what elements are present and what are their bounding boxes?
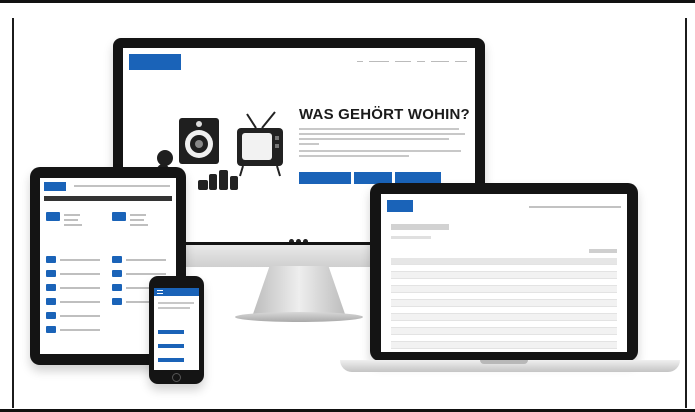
phone-button[interactable] xyxy=(158,358,184,362)
desktop-intro-text xyxy=(299,128,465,157)
phone-button[interactable] xyxy=(158,330,184,334)
tablet-nav xyxy=(74,185,170,187)
right-border xyxy=(685,18,687,408)
nav-item[interactable] xyxy=(357,59,363,62)
slider-dots[interactable] xyxy=(288,231,309,242)
laptop-hinge-notch xyxy=(480,360,528,364)
left-border xyxy=(12,18,14,408)
nav-item[interactable] xyxy=(431,59,449,62)
laptop-table xyxy=(391,258,617,349)
nav-item[interactable] xyxy=(369,59,389,62)
phone-button[interactable] xyxy=(158,344,184,348)
laptop xyxy=(340,183,680,378)
tablet-title-bar xyxy=(44,196,172,201)
nav-item[interactable] xyxy=(417,59,425,62)
monitor-stand xyxy=(253,266,345,314)
nav-item[interactable] xyxy=(395,59,411,62)
laptop-logo[interactable] xyxy=(387,200,413,212)
nav-item[interactable] xyxy=(455,59,467,62)
desktop-logo[interactable] xyxy=(129,54,181,70)
laptop-subtitle xyxy=(391,236,431,239)
phone-screen xyxy=(154,288,199,370)
phone xyxy=(149,276,204,384)
laptop-title xyxy=(391,224,449,230)
phone-home-button[interactable] xyxy=(172,373,181,382)
laptop-pager[interactable] xyxy=(589,249,617,253)
desktop-nav xyxy=(357,59,467,62)
phone-menu-icon[interactable] xyxy=(157,290,163,294)
tablet-logo[interactable] xyxy=(44,182,66,191)
desktop-heading: WAS GEHÖRT WOHIN? xyxy=(299,106,470,123)
laptop-screen xyxy=(381,194,627,352)
laptop-nav xyxy=(529,206,621,208)
